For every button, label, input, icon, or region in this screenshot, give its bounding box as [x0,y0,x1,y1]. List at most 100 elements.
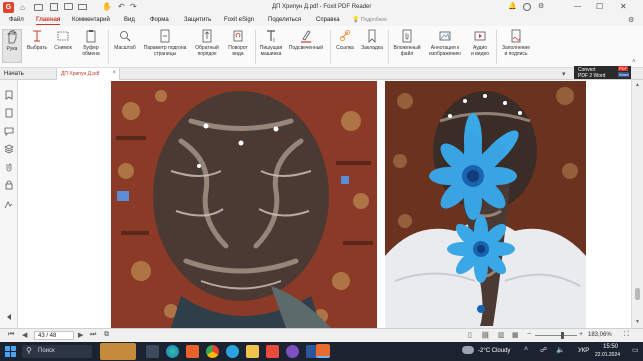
menu-protect[interactable]: Защитить [184,17,211,23]
collapse-panel-icon[interactable] [4,312,14,322]
blue-flower-small [447,215,515,283]
first-page-icon[interactable]: ⏮ [8,331,14,339]
chrome-icon[interactable] [206,345,219,358]
clipboard-button[interactable]: Буфер обмена [78,29,104,57]
embedded-file-label-2: файл [400,51,414,57]
scroll-up-arrow-icon[interactable]: ▲ [635,82,640,88]
bookmarks-icon[interactable] [4,90,14,100]
last-page-icon[interactable]: ⏭ [90,331,96,339]
embedded-file-button[interactable]: Вложенный файл [391,29,423,57]
scroll-down-arrow-icon[interactable]: ▼ [635,319,640,325]
highlight-button[interactable]: Подсвеченный [286,29,326,51]
zoom-label: Масштаб [114,45,136,51]
open-folder-icon[interactable] [34,4,43,11]
image-annotation-button[interactable]: Аннотация к изображению [426,29,464,57]
signatures-icon[interactable] [4,200,14,210]
two-page-view-icon[interactable]: ▥ [498,331,505,339]
language-indicator[interactable]: УКР [578,348,589,354]
scroll-thumb[interactable] [635,288,640,300]
clock-date[interactable]: 22.01.2024 [595,352,620,358]
snapshot-button[interactable]: Снимок [52,29,74,51]
menu-form[interactable]: Форма [150,17,169,23]
link-button[interactable]: Ссылка [334,29,356,51]
tabs-menu-icon[interactable]: ▾ [562,70,566,78]
zoom-out-button[interactable]: − [527,331,531,338]
ribbon-collapse-icon[interactable]: ˄ [632,59,636,65]
settings-gear-icon[interactable]: ⚙ [628,16,634,24]
hand-tool-button[interactable]: Рука [2,29,22,63]
weather-text[interactable]: -2°C Cloudy [478,348,510,354]
save-icon[interactable] [50,3,58,11]
zoom-slider[interactable] [535,332,577,339]
user-icon[interactable] [523,3,531,11]
menu-share[interactable]: Поделиться [268,17,301,23]
menu-view[interactable]: Вид [124,17,135,23]
windows-start-icon[interactable] [5,346,16,357]
email-icon[interactable] [78,4,87,10]
tell-me-search[interactable]: 💡 Подробнее [352,16,392,25]
next-page-icon[interactable]: ▶ [78,331,83,339]
tab-close-button[interactable]: × [112,70,116,76]
single-page-view-icon[interactable]: ▯ [468,331,472,339]
rotate-view-button[interactable]: Поворот вида [224,29,252,57]
tab-document[interactable]: ДП Хрипун Д.pdf × [56,68,120,80]
taskbar-widget-icon[interactable] [100,343,136,360]
previous-page-icon[interactable]: ◀ [22,331,27,339]
tray-expand-icon[interactable]: ˄ [524,346,528,353]
convert-pdf-to-word-badge[interactable]: Convert PDF 2 Word PDF Word [574,66,631,79]
document-view[interactable] [18,80,631,328]
close-button[interactable]: ✕ [620,2,627,11]
comments-icon[interactable] [4,126,14,136]
network-icon[interactable]: ☍ [540,346,547,354]
taskbar-search-box[interactable]: ⚲ Поиск [22,345,92,358]
undo-icon[interactable]: ↶ [118,2,125,11]
notification-icon[interactable]: ▭ [632,346,639,354]
zoom-button[interactable]: Масштаб [112,29,138,51]
viber-icon[interactable] [286,345,299,358]
pages-icon[interactable] [4,108,14,118]
minimize-button[interactable]: — [574,3,581,10]
audio-video-button[interactable]: Аудио и видео [467,29,493,57]
typewriter-button[interactable]: Пишущая машинка [258,29,284,57]
security-icon[interactable] [4,180,14,190]
media-player-icon[interactable] [266,345,279,358]
page-number-field[interactable]: 43 / 48 [34,331,74,340]
tab-start[interactable]: Начать [0,68,54,80]
home-icon[interactable]: ⌂ [20,3,25,12]
edge-browser-icon[interactable] [166,345,179,358]
bell-icon[interactable]: 🔔 [508,2,517,10]
two-page-continuous-icon[interactable]: ▦ [512,331,519,339]
foxit-reader-taskbar-icon[interactable] [316,344,330,358]
vertical-scrollbar[interactable]: ▲ ▼ [631,80,643,328]
office-icon[interactable] [186,345,199,358]
select-button[interactable]: Выбрать [25,29,49,51]
volume-icon[interactable]: 🔈 [556,346,565,354]
page-copy-icon[interactable]: ⧉ [104,331,109,339]
file-explorer-icon[interactable] [246,345,259,358]
menu-help[interactable]: Справка [316,17,340,23]
print-icon[interactable] [64,3,73,10]
menu-esign[interactable]: Foxit eSign [224,17,254,23]
bookmark-button[interactable]: Закладка [359,29,385,51]
task-view-icon[interactable] [146,345,159,358]
hand-tool-icon[interactable]: ✋ [102,2,112,11]
attachments-icon[interactable] [4,162,14,172]
tools-icon[interactable]: ⚙ [538,2,544,10]
fill-sign-button[interactable]: Заполнение и подпись [499,29,533,57]
zoom-in-button[interactable]: + [579,331,583,338]
reverse-order-button[interactable]: Обратный порядок [192,29,222,57]
zoom-level[interactable]: 183,06% [588,332,612,338]
clock-time[interactable]: 15:50 [603,344,618,350]
layers-icon[interactable] [4,144,14,154]
menu-home[interactable]: Главная [36,17,61,25]
telegram-icon[interactable] [226,345,239,358]
menu-file[interactable]: Файл [9,17,24,23]
windows-taskbar: ⚲ Поиск -2°C Cloudy ˄ ☍ 🔈 УКР 15:50 22.0… [0,342,643,361]
maximize-button[interactable]: ☐ [596,2,603,11]
zoom-slider-thumb[interactable] [561,332,564,339]
fullscreen-icon[interactable]: ⛶ [624,331,629,339]
redo-icon[interactable]: ↷ [130,2,137,11]
menu-comment[interactable]: Комментарий [72,17,110,23]
page-fit-button[interactable]: Параметр подгона страницы [140,29,190,57]
continuous-view-icon[interactable]: ▤ [482,331,489,339]
